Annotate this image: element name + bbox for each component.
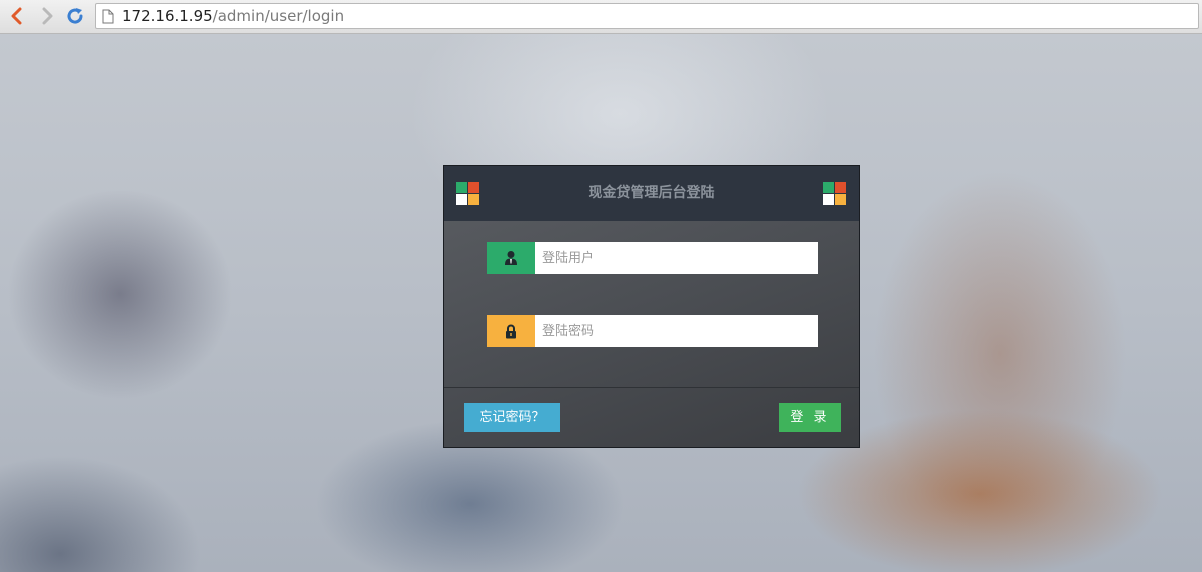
- logo-icon: [823, 182, 847, 206]
- username-field: [487, 242, 818, 274]
- login-button[interactable]: 登 录: [779, 403, 841, 432]
- password-input[interactable]: [535, 315, 818, 347]
- username-input[interactable]: [535, 242, 818, 274]
- password-field: [487, 315, 818, 347]
- login-title: 现金贷管理后台登陆: [588, 185, 715, 201]
- login-panel: 现金贷管理后台登陆 忘记密码？ 登 录: [443, 165, 860, 448]
- login-header: 现金贷管理后台登陆: [444, 166, 859, 221]
- page-icon: [102, 9, 114, 24]
- footer-divider: [444, 387, 859, 388]
- lock-icon: [487, 315, 535, 347]
- address-url: 172.16.1.95/admin/user/login: [122, 8, 344, 25]
- reload-icon[interactable]: [64, 5, 86, 27]
- url-host: 172.16.1.95: [122, 7, 213, 25]
- address-bar[interactable]: 172.16.1.95/admin/user/login: [95, 3, 1199, 29]
- browser-toolbar: 172.16.1.95/admin/user/login: [0, 0, 1202, 34]
- back-arrow-icon[interactable]: [6, 5, 28, 27]
- forward-arrow-icon[interactable]: [36, 5, 58, 27]
- user-icon: [487, 242, 535, 274]
- url-path: /admin/user/login: [212, 7, 345, 25]
- forgot-password-button[interactable]: 忘记密码？: [464, 403, 560, 432]
